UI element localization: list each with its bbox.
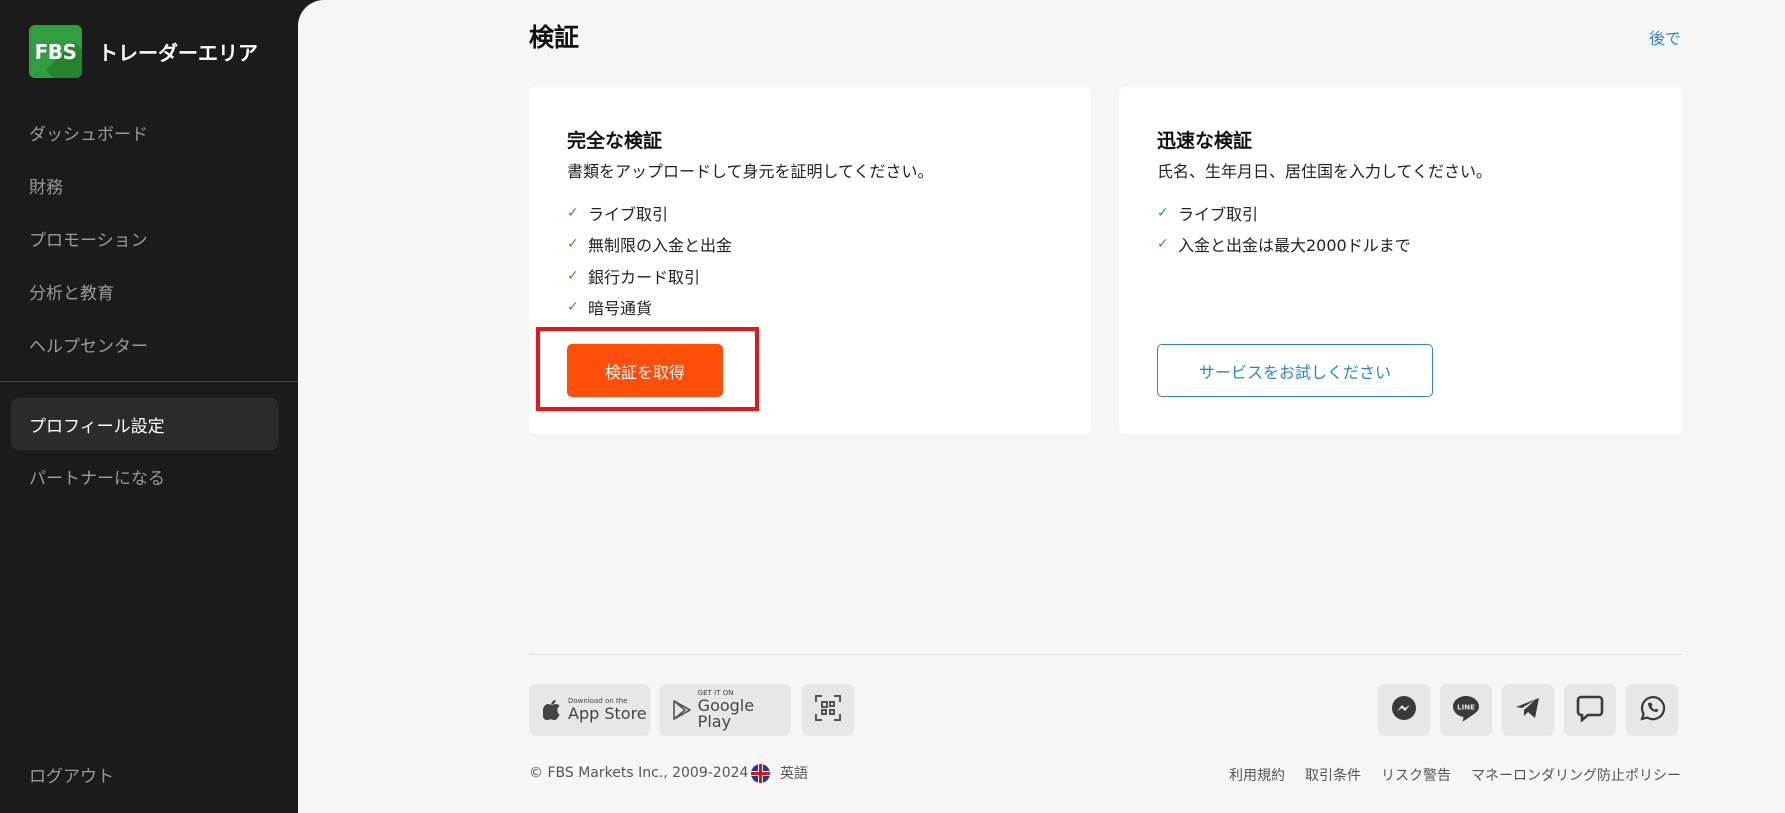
- feature-list: ✓ ライブ取引 ✓ 入金と出金は最大2000ドルまで: [1157, 197, 1411, 260]
- quick-verification-card: 迅速な検証 氏名、生年月日、居住国を入力してください。 ✓ ライブ取引 ✓ 入金と出…: [1119, 87, 1682, 434]
- check-icon: ✓: [567, 267, 579, 284]
- risk-warning-link[interactable]: リスク警告: [1381, 765, 1451, 785]
- brand-name: トレーダーエリア: [98, 41, 258, 65]
- whatsapp-button[interactable]: [1626, 684, 1678, 736]
- card-description: 氏名、生年月日、居住国を入力してください。: [1157, 162, 1493, 181]
- sidebar-nav-secondary: プロフィール設定 パートナーになる: [11, 398, 279, 502]
- later-link[interactable]: 後で: [1649, 25, 1681, 49]
- sidebar-item-profile-settings[interactable]: プロフィール設定: [11, 398, 279, 450]
- list-item: ✓ ライブ取引: [1157, 197, 1411, 229]
- sidebar-item-finance[interactable]: 財務: [0, 159, 300, 212]
- messenger-button[interactable]: [1378, 684, 1430, 736]
- qr-code-button[interactable]: [802, 684, 854, 736]
- app-store-button[interactable]: Download on the App Store: [529, 684, 650, 736]
- card-title: 完全な検証: [567, 130, 663, 152]
- fbs-logo-icon: FBS: [29, 25, 82, 78]
- list-item: ✓ 入金と出金は最大2000ドルまで: [1157, 229, 1411, 261]
- line-icon: LINE: [1451, 694, 1481, 726]
- check-icon: ✓: [567, 299, 579, 316]
- check-icon: ✓: [1157, 236, 1169, 253]
- google-play-label: GET IT ON Google Play: [698, 690, 791, 730]
- telegram-button[interactable]: [1502, 684, 1554, 736]
- page-title: 検証: [529, 23, 580, 52]
- list-item: ✓ 暗号通貨: [567, 292, 732, 324]
- check-icon: ✓: [567, 204, 579, 221]
- card-title: 迅速な検証: [1157, 130, 1253, 152]
- feature-label: 無制限の入金と出金: [588, 236, 733, 256]
- chat-icon: [1576, 694, 1604, 726]
- logout-link[interactable]: ログアウト: [29, 762, 114, 787]
- feature-label: ライブ取引: [1178, 204, 1259, 224]
- feature-label: ライブ取引: [588, 204, 669, 224]
- list-item: ✓ 無制限の入金と出金: [567, 229, 732, 261]
- apple-icon: [542, 699, 562, 721]
- language-label: 英語: [780, 766, 808, 782]
- qr-code-icon: [815, 695, 841, 725]
- language-selector[interactable]: 英語: [751, 763, 808, 783]
- main-content: 検証 後で 完全な検証 書類をアップロードして身元を証明してください。 ✓ ライブ…: [298, 0, 1785, 813]
- sidebar-item-become-partner[interactable]: パートナーになる: [11, 450, 279, 502]
- full-verification-card: 完全な検証 書類をアップロードして身元を証明してください。 ✓ ライブ取引 ✓ 無制…: [529, 87, 1091, 434]
- sidebar-item-promotions[interactable]: プロモーション: [0, 212, 300, 265]
- chat-button[interactable]: [1564, 684, 1616, 736]
- feature-label: 入金と出金は最大2000ドルまで: [1178, 236, 1411, 256]
- feature-list: ✓ ライブ取引 ✓ 無制限の入金と出金 ✓ 銀行カード取引 ✓ 暗号通貨: [567, 197, 732, 323]
- brand[interactable]: FBS トレーダーエリア: [29, 25, 258, 78]
- telegram-icon: [1515, 696, 1541, 724]
- copyright-text: © FBS Markets Inc., 2009-2024: [529, 765, 749, 781]
- svg-text:LINE: LINE: [1457, 704, 1475, 712]
- whatsapp-icon: [1638, 694, 1666, 726]
- feature-label: 暗号通貨: [588, 299, 653, 319]
- trading-conditions-link[interactable]: 取引条件: [1305, 765, 1361, 785]
- messenger-icon: [1390, 694, 1418, 726]
- google-play-button[interactable]: GET IT ON Google Play: [659, 684, 791, 736]
- uk-flag-icon: [751, 763, 770, 783]
- sidebar-divider: [0, 381, 298, 382]
- footer-links: 利用規約 取引条件 リスク警告 マネーロンダリング防止ポリシー: [1209, 765, 1681, 785]
- terms-link[interactable]: 利用規約: [1229, 765, 1285, 785]
- check-icon: ✓: [1157, 204, 1169, 221]
- sidebar: FBS トレーダーエリア ダッシュボード 財務 プロモーション 分析と教育 ヘル…: [0, 0, 300, 813]
- get-verified-button[interactable]: 検証を取得: [567, 344, 723, 397]
- app-store-big: App Store: [568, 704, 647, 723]
- sidebar-item-dashboard[interactable]: ダッシュボード: [0, 106, 300, 159]
- list-item: ✓ 銀行カード取引: [567, 260, 732, 292]
- aml-policy-link[interactable]: マネーロンダリング防止ポリシー: [1471, 765, 1681, 785]
- sidebar-item-help-center[interactable]: ヘルプセンター: [0, 318, 300, 371]
- line-button[interactable]: LINE: [1440, 684, 1492, 736]
- sidebar-item-analytics-education[interactable]: 分析と教育: [0, 265, 300, 318]
- google-play-big: Google Play: [697, 696, 755, 731]
- app-store-label: Download on the App Store: [568, 698, 647, 722]
- feature-label: 銀行カード取引: [588, 267, 701, 287]
- card-description: 書類をアップロードして身元を証明してください。: [567, 162, 934, 181]
- logo-text: FBS: [34, 39, 77, 64]
- list-item: ✓ ライブ取引: [567, 197, 732, 229]
- check-icon: ✓: [567, 236, 579, 253]
- sidebar-nav: ダッシュボード 財務 プロモーション 分析と教育 ヘルプセンター: [0, 106, 300, 371]
- try-service-button[interactable]: サービスをお試しください: [1157, 344, 1433, 397]
- footer-divider: [529, 654, 1682, 655]
- google-play-icon: [672, 699, 692, 721]
